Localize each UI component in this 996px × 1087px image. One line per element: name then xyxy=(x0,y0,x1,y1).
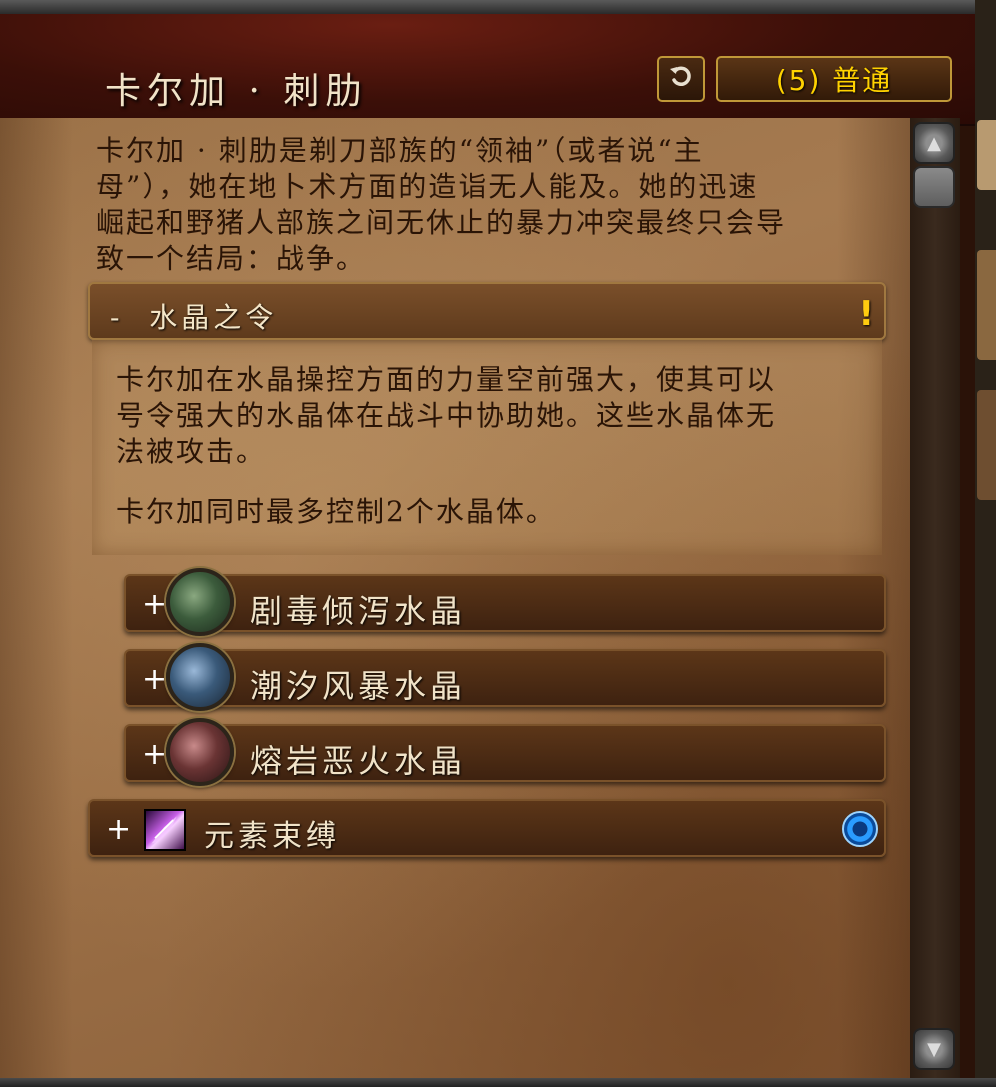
ability-row-toxic-crystal[interactable]: + 剧毒倾泻水晶 xyxy=(124,568,886,636)
spell-row-elemental-bond[interactable]: + 元素束缚 xyxy=(88,799,886,857)
description-line: 卡尔加 · 刺肋是剃刀部族的“领袖”（或者说“主 xyxy=(96,134,704,167)
scrollbar-thumb[interactable] xyxy=(913,166,955,208)
scroll-down-button[interactable]: ▼ xyxy=(913,1028,955,1070)
expand-toggle: + xyxy=(142,737,168,772)
expand-toggle: + xyxy=(142,587,168,622)
red-crystal-orb-icon xyxy=(166,718,234,786)
difficulty-label: (5) 普通 xyxy=(775,64,893,97)
ability-label: 潮汐风暴水晶 xyxy=(250,667,467,705)
spell-label: 元素束缚 xyxy=(204,819,340,854)
chevron-up-icon: ▲ xyxy=(927,132,941,154)
description-line: 母”），她在地卜术方面的造诣无人能及。她的迅速 xyxy=(96,170,759,203)
ability-label: 熔岩恶火水晶 xyxy=(250,742,467,780)
section-line: 卡尔加在水晶操控方面的力量空前强大，使其可以 xyxy=(116,363,777,396)
scroll-up-button[interactable]: ▲ xyxy=(913,122,955,164)
section-label: - 水晶之令 xyxy=(110,296,277,336)
description-line: 崛起和野猪人部族之间无休止的暴力冲突最终只会导 xyxy=(96,206,787,239)
difficulty-dropdown[interactable]: (5) 普通 xyxy=(716,56,952,102)
elemental-bond-spell-icon xyxy=(144,809,186,851)
undo-arrow-icon xyxy=(668,63,694,96)
window-top-border xyxy=(0,0,996,14)
side-tabs xyxy=(975,0,996,1087)
interrupt-icon xyxy=(842,811,878,847)
side-tab[interactable] xyxy=(977,390,996,500)
expand-toggle: + xyxy=(142,662,168,697)
section-line: 法被攻击。 xyxy=(116,435,267,468)
boss-description: 卡尔加 · 刺肋是剃刀部族的“领袖”（或者说“主 母”），她在地卜术方面的造诣无… xyxy=(96,133,886,277)
blue-crystal-orb-icon xyxy=(166,643,234,711)
boss-title: 卡尔加 · 刺肋 xyxy=(105,71,368,112)
description-line: 致一个结局：战争。 xyxy=(96,242,367,275)
section-title: 水晶之令 xyxy=(149,301,278,334)
chevron-down-icon: ▼ xyxy=(927,1038,941,1060)
collapse-toggle: - xyxy=(110,301,124,334)
section-text: 卡尔加在水晶操控方面的力量空前强大，使其可以 号令强大的水晶体在战斗中协助她。这… xyxy=(116,362,866,470)
section-line: 号令强大的水晶体在战斗中协助她。这些水晶体无 xyxy=(116,399,777,432)
section-body: 卡尔加在水晶操控方面的力量空前强大，使其可以 号令强大的水晶体在战斗中协助她。这… xyxy=(92,340,882,555)
reset-button[interactable] xyxy=(657,56,705,102)
exclamation-icon: ! xyxy=(858,294,874,334)
ability-row-magma-crystal[interactable]: + 熔岩恶火水晶 xyxy=(124,718,886,786)
green-crystal-orb-icon xyxy=(166,568,234,636)
window-bottom-border xyxy=(0,1078,996,1087)
side-tab[interactable] xyxy=(977,120,996,190)
expand-toggle: + xyxy=(106,812,132,847)
side-tab[interactable] xyxy=(977,250,996,360)
section-header-crystal-command[interactable]: - 水晶之令 ! xyxy=(88,282,886,340)
scrollbar-track[interactable] xyxy=(910,118,960,1080)
section-note: 卡尔加同时最多控制2个水晶体。 xyxy=(116,495,556,528)
ability-row-tidal-crystal[interactable]: + 潮汐风暴水晶 xyxy=(124,643,886,711)
ability-label: 剧毒倾泻水晶 xyxy=(250,592,467,630)
